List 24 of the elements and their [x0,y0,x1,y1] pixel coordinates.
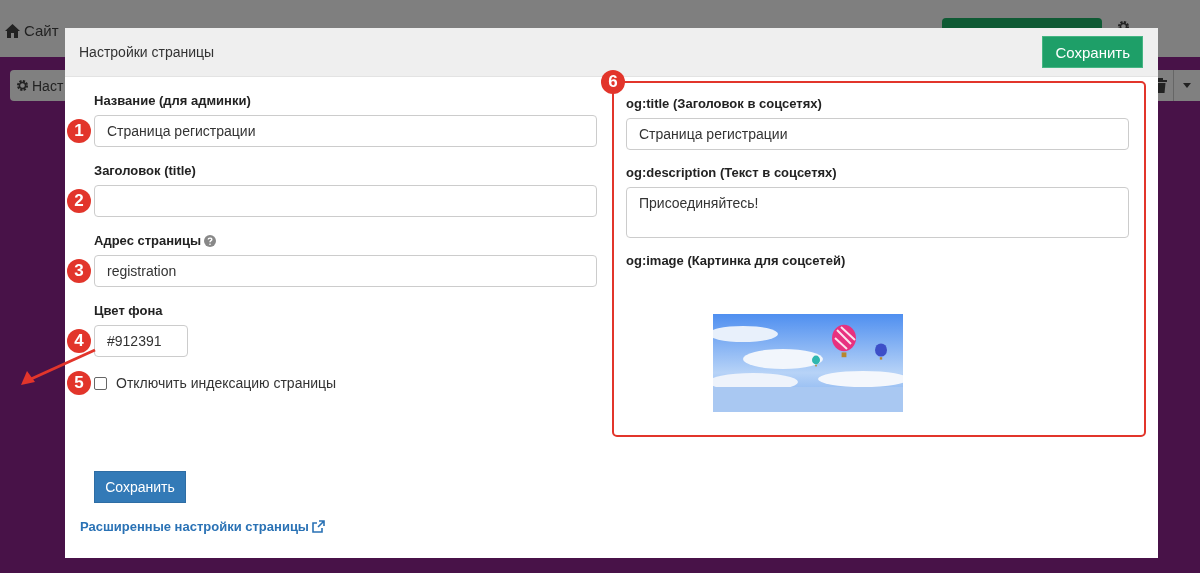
breadcrumb-link[interactable]: Сайт [24,22,59,39]
step-marker: 6 [601,70,625,94]
checkbox-label: Отключить индексацию страницы [116,375,337,391]
save-button[interactable]: Сохранить [94,471,186,503]
step-marker: 5 [67,371,91,395]
input-field[interactable]: Страница регистрации [94,115,597,147]
field-label: Адрес страницы [94,233,202,248]
advanced-settings-link[interactable]: Расширенные настройки страницы [80,519,309,534]
field-label: og:title (Заголовок в соцсетях) [626,96,822,111]
step-marker: 4 [67,329,91,353]
color-field[interactable]: #912391 [94,325,188,357]
step-marker: 1 [67,119,91,143]
dialog-title: Настройки страницы [79,44,215,60]
field-label: Название (для админки) [94,93,251,108]
text-area[interactable]: Присоединяйтесь! [626,187,1129,238]
step-marker: 2 [67,189,91,213]
input-field[interactable]: registration [94,255,597,287]
settings-button[interactable]: Наст [10,70,65,101]
field-label: og:description (Текст в соцсетях) [626,165,837,180]
field-label: Заголовок (title) [94,163,196,178]
field-label: Цвет фона [94,303,163,318]
field-label: og:image (Картинка для соцсетей) [626,253,846,268]
input-field[interactable]: Страница регистрации [626,118,1129,150]
step-marker: 3 [67,259,91,283]
